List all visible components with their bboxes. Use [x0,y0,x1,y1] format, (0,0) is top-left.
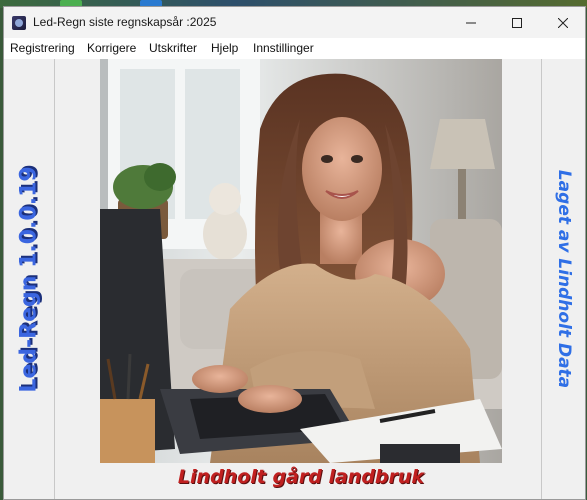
menu-bar: Registrering Korrigere Utskrifter Hjelp … [4,38,585,59]
app-window: Led-Regn siste regnskapsår :2025 Registr… [3,6,586,500]
footer-caption: Lindholt gård landbruk [177,466,425,488]
version-label: Led-Regn 1.0.0.19 [5,59,54,499]
menu-innstillinger[interactable]: Innstillinger [253,41,314,55]
close-button[interactable] [540,7,586,38]
divider [54,59,55,499]
menu-registrering[interactable]: Registrering [10,41,75,55]
maximize-button[interactable] [494,7,540,38]
menu-korrigere[interactable]: Korrigere [87,41,136,55]
maximize-icon [512,17,522,28]
close-icon [558,17,568,28]
credit-text: Laget av Lindholt Data [554,169,575,389]
credit-label: Laget av Lindholt Data [541,59,587,499]
window-title: Led-Regn siste regnskapsår :2025 [33,15,217,29]
woman-with-laptop-photo [100,59,502,463]
app-icon[interactable] [12,16,26,30]
menu-utskrifter[interactable]: Utskrifter [149,41,197,55]
minimize-button[interactable] [448,7,494,38]
minimize-icon [466,22,476,23]
title-bar[interactable]: Led-Regn siste regnskapsår :2025 [4,7,585,38]
main-panel: Led-Regn 1.0.0.19 Lindholt gård landbruk… [4,59,585,499]
menu-hjelp[interactable]: Hjelp [211,41,238,55]
version-text: Led-Regn 1.0.0.19 [17,165,43,393]
